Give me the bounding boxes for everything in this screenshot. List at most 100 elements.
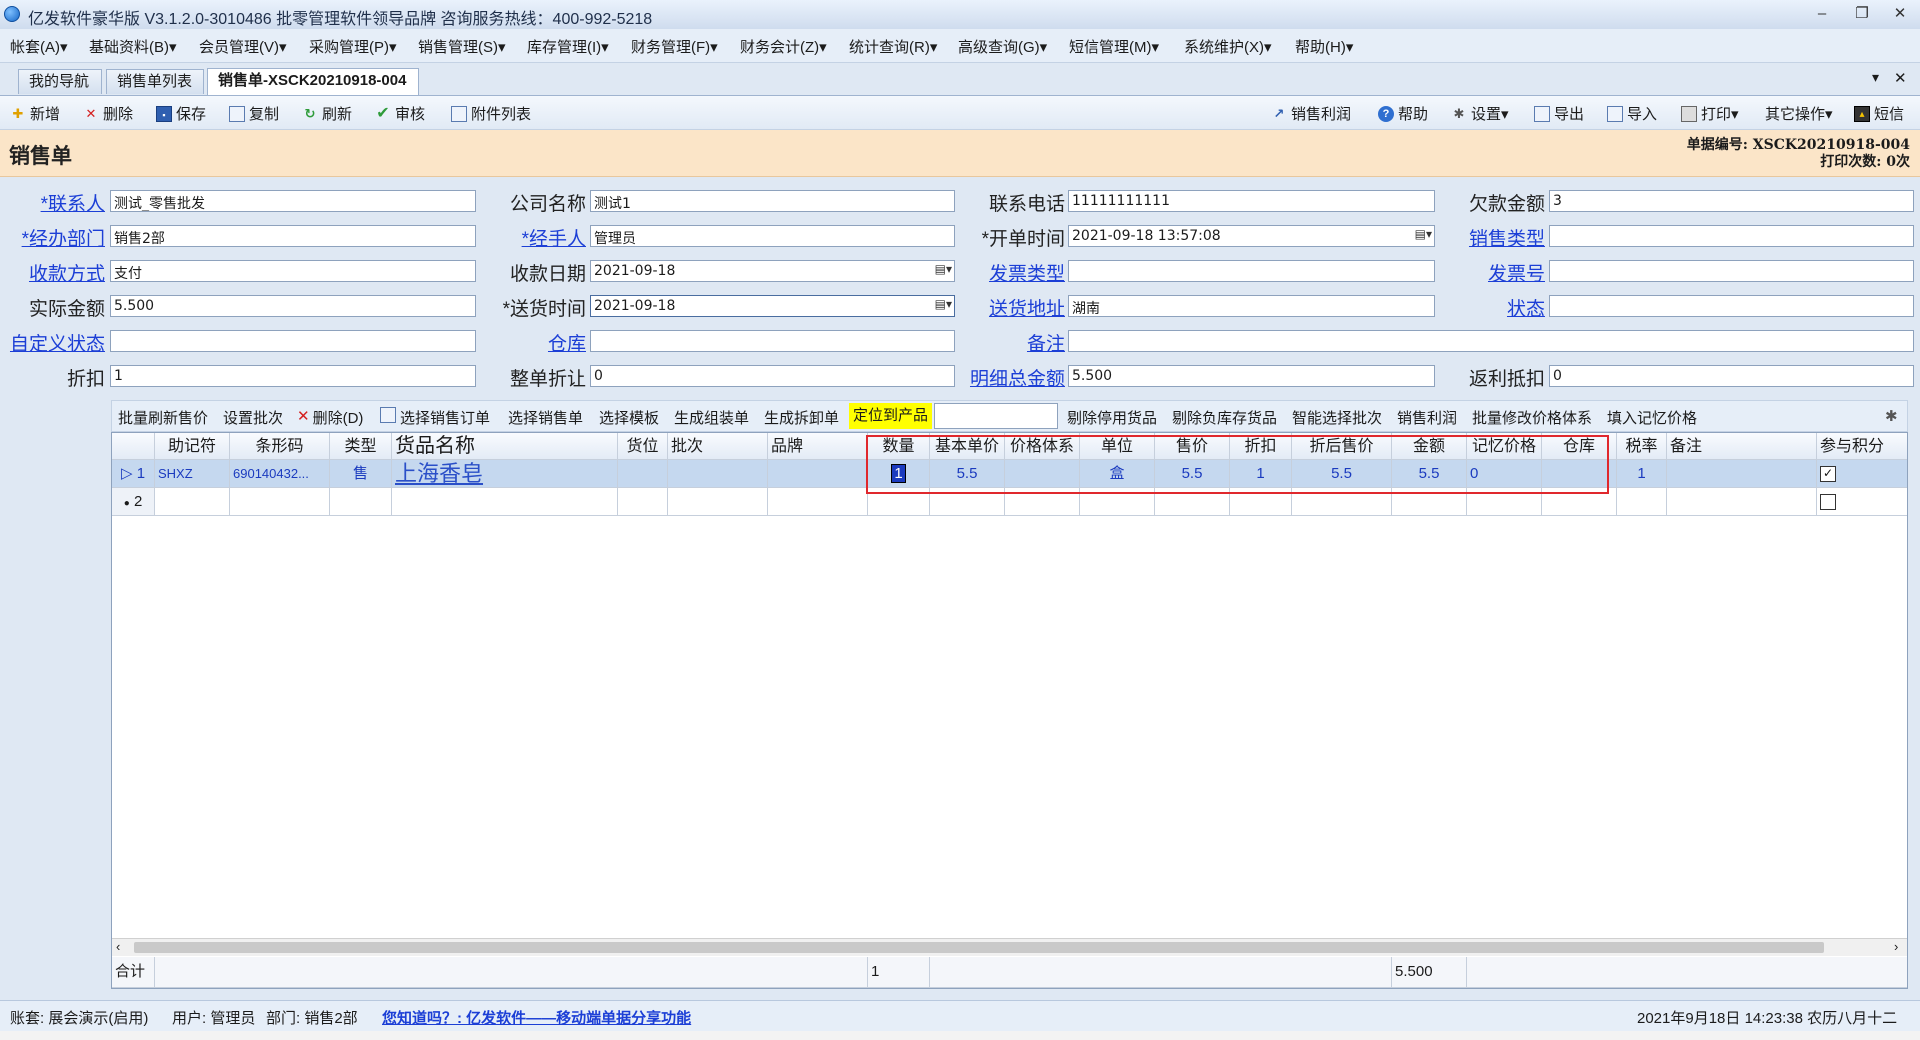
locate-product-button[interactable]: 定位到产品 [849, 403, 933, 429]
cell-brand[interactable] [768, 460, 868, 488]
menu-inventory[interactable]: 库存管理(I)▾ [527, 36, 609, 57]
cell-unit[interactable] [1080, 488, 1155, 516]
other-operations-button[interactable]: 其它操作▾ [1765, 103, 1833, 124]
print-button[interactable]: 打印▾ [1681, 103, 1739, 124]
remark-field[interactable] [1068, 330, 1914, 352]
remove-negative-stock-button[interactable]: 剔除负库存货品 [1172, 407, 1277, 428]
custom-status-label[interactable]: 自定义状态 [10, 329, 105, 356]
menu-system[interactable]: 系统维护(X)▾ [1184, 36, 1272, 57]
smart-batch-button[interactable]: 智能选择批次 [1292, 407, 1382, 428]
points-checkbox[interactable] [1820, 494, 1836, 511]
col-product-name[interactable]: 货品名称 [392, 433, 618, 460]
cell-discount[interactable] [1230, 488, 1292, 516]
col-unit[interactable]: 单位 [1080, 433, 1155, 460]
cell-mnemonic[interactable]: SHXZ [155, 460, 230, 488]
col-batch[interactable]: 批次 [668, 433, 768, 460]
delete-button[interactable]: ✕ 删除 [83, 103, 133, 124]
attachments-button[interactable]: 附件列表 [451, 103, 531, 124]
cell-mnemonic[interactable] [155, 488, 230, 516]
delivery-address-label[interactable]: 送货地址 [989, 294, 1065, 321]
menu-sms[interactable]: 短信管理(M)▾ [1069, 36, 1159, 57]
menu-purchase[interactable]: 采购管理(P)▾ [309, 36, 397, 57]
col-memory-price[interactable]: 记忆价格 [1467, 433, 1542, 460]
company-field[interactable]: 测试1 [590, 190, 955, 212]
cell-brand[interactable] [768, 488, 868, 516]
menu-advanced-query[interactable]: 高级查询(G)▾ [958, 36, 1047, 57]
cell-location[interactable] [618, 488, 668, 516]
menu-members[interactable]: 会员管理(V)▾ [199, 36, 287, 57]
cell-points[interactable] [1817, 488, 1907, 516]
cell-amount[interactable] [1392, 488, 1467, 516]
payment-date-field[interactable]: 2021-09-18 ▤▾ [590, 260, 955, 282]
cell-type[interactable]: 售 [330, 460, 392, 488]
menu-accounting[interactable]: 财务会计(Z)▾ [740, 36, 827, 57]
cell-discounted-price[interactable] [1292, 488, 1392, 516]
cell-tax-rate[interactable]: 1 [1617, 460, 1667, 488]
col-brand[interactable]: 品牌 [768, 433, 868, 460]
locate-product-input[interactable] [934, 403, 1058, 429]
select-template-button[interactable]: 选择模板 [599, 407, 659, 428]
discount-field[interactable]: 1 [110, 365, 476, 387]
cell-quantity[interactable] [868, 488, 930, 516]
cell-remark[interactable] [1667, 488, 1817, 516]
refresh-button[interactable]: ↻ 刷新 [302, 103, 352, 124]
rebate-field[interactable]: 0 [1549, 365, 1914, 387]
col-warehouse[interactable]: 仓库 [1542, 433, 1617, 460]
tab-sales-order[interactable]: 销售单-XSCK20210918-004 [207, 68, 419, 95]
set-batch-button[interactable]: 设置批次 [223, 407, 283, 428]
handler-field[interactable]: 管理员 [590, 225, 955, 247]
cell-batch[interactable] [668, 488, 768, 516]
cell-warehouse[interactable] [1542, 488, 1617, 516]
open-time-field[interactable]: 2021-09-18 13:57:08 ▤▾ [1068, 225, 1435, 247]
debt-field[interactable]: 3 [1549, 190, 1914, 212]
warehouse-label[interactable]: 仓库 [548, 329, 586, 356]
batch-refresh-price-button[interactable]: 批量刷新售价 [118, 407, 208, 428]
sales-profit-button[interactable]: ↗ 销售利润 [1271, 103, 1351, 124]
settings-button[interactable]: ✱ 设置▾ [1451, 103, 1509, 124]
cell-memory-price[interactable] [1467, 488, 1542, 516]
payment-method-label[interactable]: 收款方式 [29, 259, 105, 286]
tip-link[interactable]: 您知道吗？: 亿发软件——移动端单据分享功能 [382, 1007, 691, 1028]
gen-assembly-button[interactable]: 生成组装单 [674, 407, 749, 428]
batch-price-system-button[interactable]: 批量修改价格体系 [1472, 407, 1592, 428]
cell-barcode[interactable] [230, 488, 330, 516]
cell-points[interactable]: ✓ [1817, 460, 1907, 488]
calendar-dropdown-icon[interactable]: ▤▾ [1404, 227, 1432, 245]
restore-button[interactable]: ❐ [1846, 4, 1878, 24]
grid-settings-icon[interactable]: ✱ [1885, 407, 1898, 425]
col-barcode[interactable]: 条形码 [230, 433, 330, 460]
export-button[interactable]: 导出 [1534, 103, 1584, 124]
cell-type[interactable] [330, 488, 392, 516]
cell-base-price[interactable] [930, 488, 1005, 516]
import-button[interactable]: 导入 [1607, 103, 1657, 124]
detail-total-field[interactable]: 5.500 [1068, 365, 1435, 387]
cell-discount[interactable]: 1 [1230, 460, 1292, 488]
cell-discounted-price[interactable]: 5.5 [1292, 460, 1392, 488]
custom-status-field[interactable] [110, 330, 476, 352]
col-discount[interactable]: 折扣 [1230, 433, 1292, 460]
col-price-system[interactable]: 价格体系 [1005, 433, 1080, 460]
cell-memory-price[interactable]: 0 [1467, 460, 1542, 488]
invoice-number-field[interactable] [1549, 260, 1914, 282]
cell-price-system[interactable] [1005, 488, 1080, 516]
col-tax-rate[interactable]: 税率 [1617, 433, 1667, 460]
cell-sale-price[interactable] [1155, 488, 1230, 516]
cell-quantity[interactable]: 1 [868, 460, 930, 488]
cell-batch[interactable] [668, 460, 768, 488]
contact-label[interactable]: *联系人 [41, 189, 105, 216]
payment-method-field[interactable]: 支付 [110, 260, 476, 282]
grid-sales-profit-button[interactable]: 销售利润 [1397, 407, 1457, 428]
cell-product-name[interactable] [392, 488, 618, 516]
scroll-left-icon[interactable]: ‹ [116, 939, 120, 954]
scroll-right-icon[interactable]: › [1894, 939, 1898, 954]
row-indicator[interactable]: ● 2 [112, 488, 155, 516]
col-amount[interactable]: 金额 [1392, 433, 1467, 460]
cell-product-name[interactable]: 上海香皂 [392, 460, 618, 488]
invoice-number-label[interactable]: 发票号 [1488, 259, 1545, 286]
contact-field[interactable]: 测试_零售批发 [110, 190, 476, 212]
cell-barcode[interactable]: 690140432... [230, 460, 330, 488]
save-button[interactable]: ▪ 保存 [156, 103, 206, 124]
tab-my-navigation[interactable]: 我的导航 [18, 69, 102, 94]
col-discounted-price[interactable]: 折后售价 [1292, 433, 1392, 460]
cell-amount[interactable]: 5.5 [1392, 460, 1467, 488]
